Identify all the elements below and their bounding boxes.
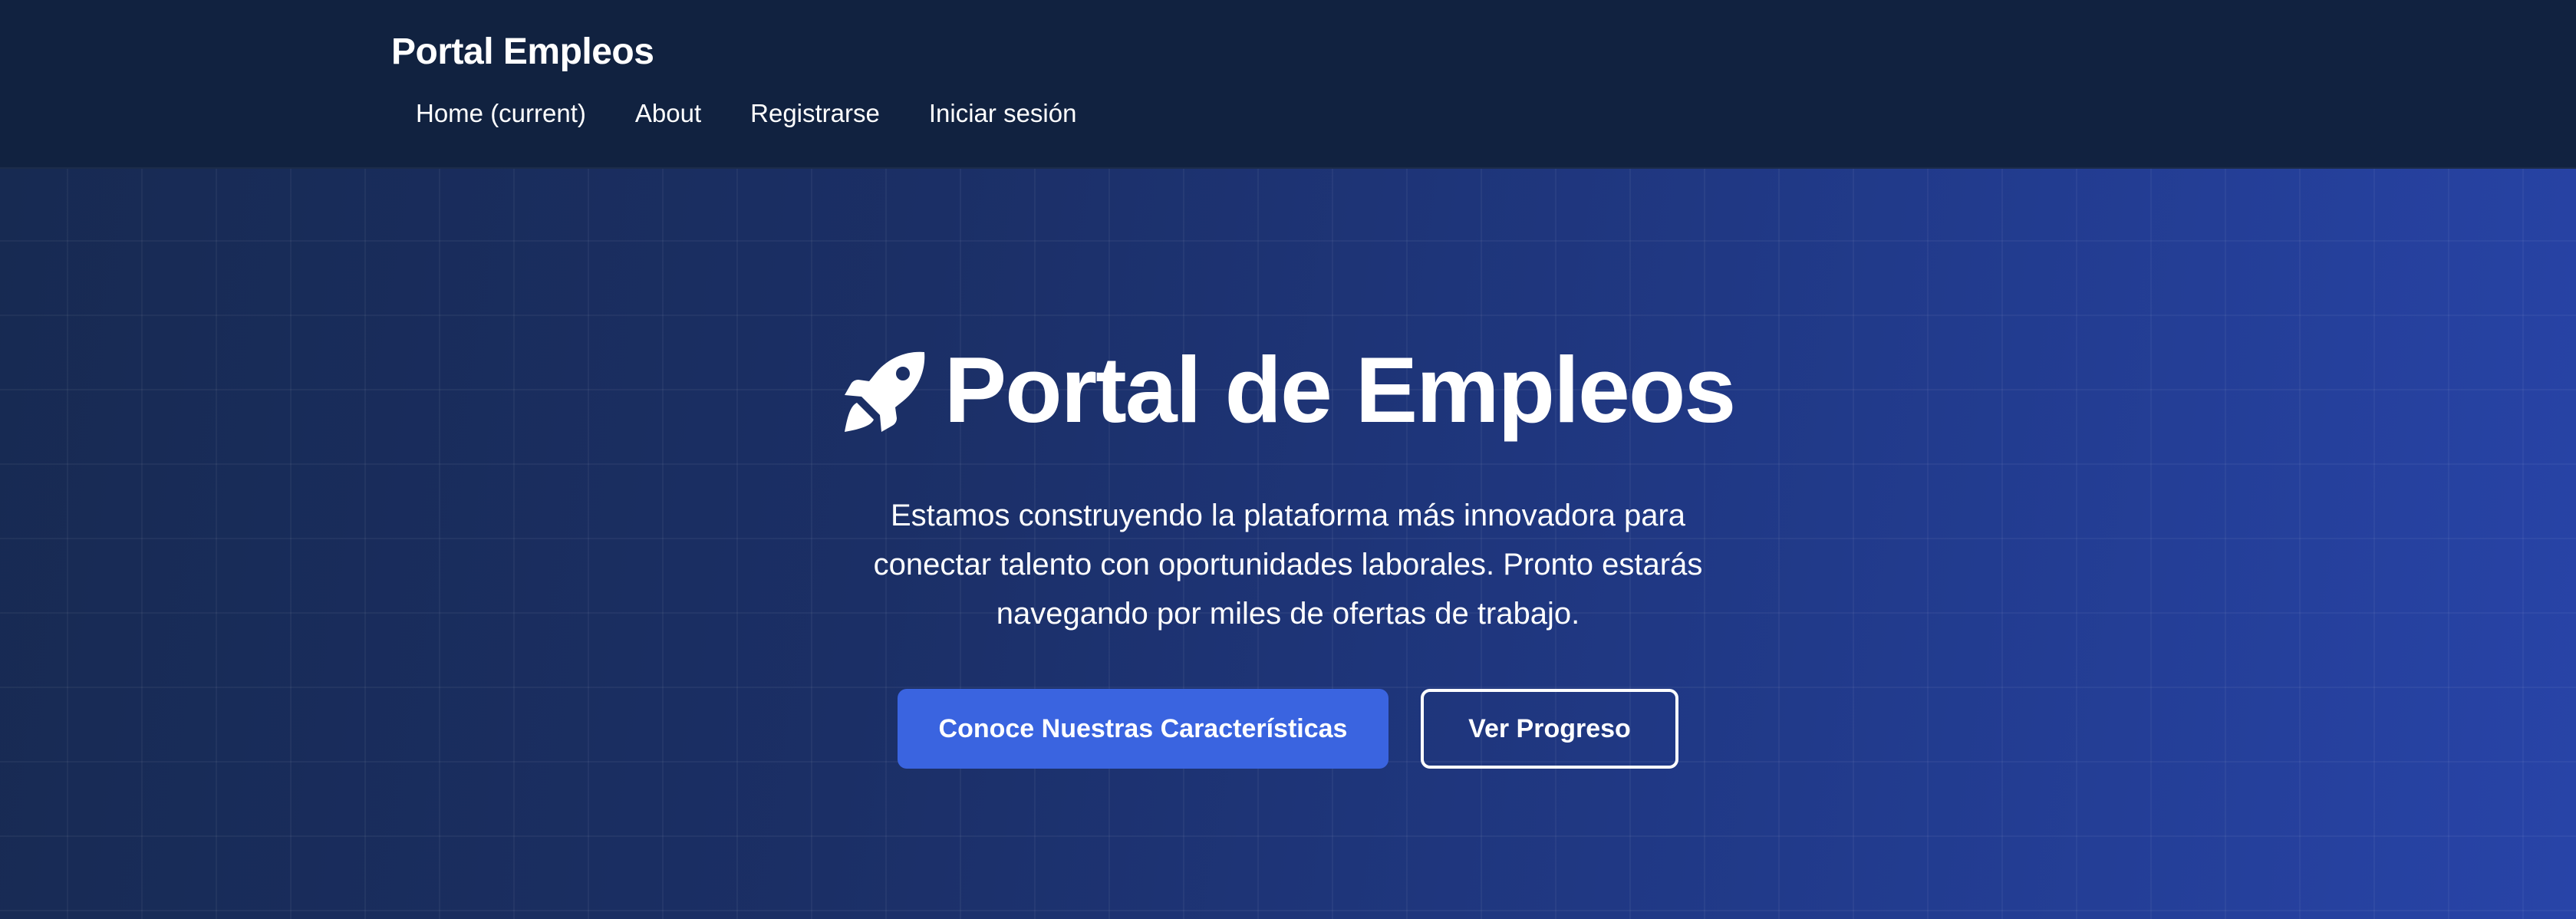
rocket-icon <box>842 349 927 435</box>
brand-logo-link[interactable]: Portal Empleos <box>391 26 654 78</box>
hero-section: Portal de Empleos Estamos construyendo l… <box>0 169 2576 919</box>
nav-link-about[interactable]: About <box>611 91 726 137</box>
progress-button[interactable]: Ver Progreso <box>1421 689 1678 769</box>
hero-description: Estamos construyendo la plataforma más i… <box>873 499 1703 631</box>
nav-link-login[interactable]: Iniciar sesión <box>904 91 1102 137</box>
features-button[interactable]: Conoce Nuestras Características <box>898 689 1388 769</box>
hero-title-text: Portal de Empleos <box>944 338 1736 442</box>
nav-link-home[interactable]: Home (current) <box>391 91 611 137</box>
nav-link-register[interactable]: Registrarse <box>726 91 904 137</box>
top-navbar: Portal Empleos Home (current) About Regi… <box>0 0 2576 169</box>
hero-title: Portal de Empleos <box>0 336 2576 443</box>
main-nav: Home (current) About Registrarse Iniciar… <box>391 91 1101 137</box>
hero-actions: Conoce Nuestras Características Ver Prog… <box>0 689 2576 769</box>
